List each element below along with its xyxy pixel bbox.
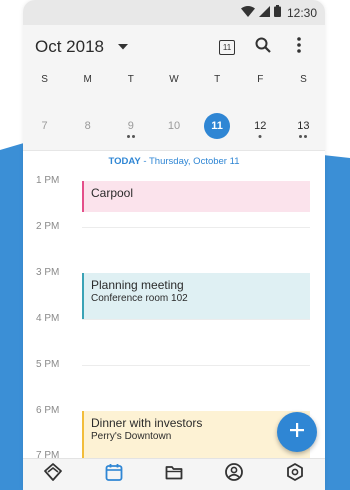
nav-home[interactable]: [41, 463, 65, 487]
cell-signal-icon: [258, 5, 270, 20]
hour-label: 2 PM: [36, 221, 60, 232]
hour-divider: [82, 365, 310, 366]
wifi-icon: [240, 5, 255, 20]
hour-label: 6 PM: [36, 405, 60, 416]
more-vert-icon: [297, 36, 301, 58]
search-icon: [255, 37, 271, 58]
event-dots: [126, 135, 135, 138]
account-icon: [224, 462, 244, 487]
event-dots: [299, 135, 308, 138]
chevron-down-icon[interactable]: [118, 41, 130, 53]
add-event-button[interactable]: [277, 412, 317, 452]
status-time: 12:30: [286, 5, 317, 20]
hour-divider: [82, 319, 310, 320]
month-title[interactable]: Oct 2018: [35, 37, 104, 57]
date-number: 13: [297, 120, 310, 132]
date-number: 7: [41, 120, 48, 132]
weekday-label: T: [214, 74, 221, 85]
day-schedule[interactable]: 1 PM 2 PM 3 PM 4 PM 5 PM 6 PM 7 PM Carpo…: [23, 151, 325, 471]
weekday-header: S M T W T F S: [23, 74, 325, 90]
event-title: Dinner with investors: [91, 416, 203, 430]
weekday-label: T: [127, 74, 134, 85]
event-title: Planning meeting: [91, 278, 184, 292]
home-icon: [43, 462, 63, 487]
month-row: Oct 2018 11: [35, 34, 317, 60]
battery-icon: [273, 5, 281, 20]
search-button[interactable]: [245, 34, 281, 60]
weekday-label: M: [83, 74, 92, 85]
settings-icon: [285, 462, 305, 487]
calendar-header: Oct 2018 11 S M T W T F S 7 8 9 10 11 12…: [23, 25, 325, 167]
date-number: 9: [127, 120, 134, 132]
event-title: Carpool: [91, 186, 134, 200]
nav-calendar[interactable]: [102, 463, 126, 487]
more-options-button[interactable]: [281, 34, 317, 60]
calendar-today-icon: 11: [219, 39, 235, 55]
event-planning-meeting[interactable]: Planning meeting Conference room 102: [82, 273, 310, 319]
status-bar: 12:30: [23, 0, 325, 25]
calendar-icon: [104, 462, 124, 487]
nav-files[interactable]: [162, 463, 186, 487]
date-number: 10: [167, 120, 181, 132]
selected-date: 11: [204, 113, 231, 139]
date-number: 8: [84, 120, 91, 132]
event-location: Perry's Downtown: [91, 431, 172, 442]
hour-divider: [82, 227, 310, 228]
hour-label: 1 PM: [36, 175, 60, 186]
today-button[interactable]: 11: [209, 34, 245, 60]
weekday-label: W: [169, 74, 179, 85]
weekday-label: S: [41, 74, 48, 85]
weekday-label: S: [300, 74, 307, 85]
event-dots: [258, 135, 262, 138]
hour-row: 4 PM: [23, 313, 325, 324]
plus-icon: [289, 422, 305, 443]
hour-label: 3 PM: [36, 267, 60, 278]
bottom-navigation: [23, 458, 325, 490]
event-carpool[interactable]: Carpool: [82, 181, 310, 212]
nav-account[interactable]: [222, 463, 246, 487]
date-number: 12: [254, 120, 267, 132]
phone-screen: 12:30 Oct 2018 11 S M T W T F S 7 8 9 10…: [23, 0, 325, 490]
hour-row: 2 PM: [23, 221, 325, 232]
nav-settings[interactable]: [283, 463, 307, 487]
hour-label: 5 PM: [36, 359, 60, 370]
event-location: Conference room 102: [91, 293, 188, 304]
hour-label: 4 PM: [36, 313, 60, 324]
weekday-label: F: [257, 74, 264, 85]
hour-row: 5 PM: [23, 359, 325, 370]
folder-icon: [164, 462, 184, 487]
